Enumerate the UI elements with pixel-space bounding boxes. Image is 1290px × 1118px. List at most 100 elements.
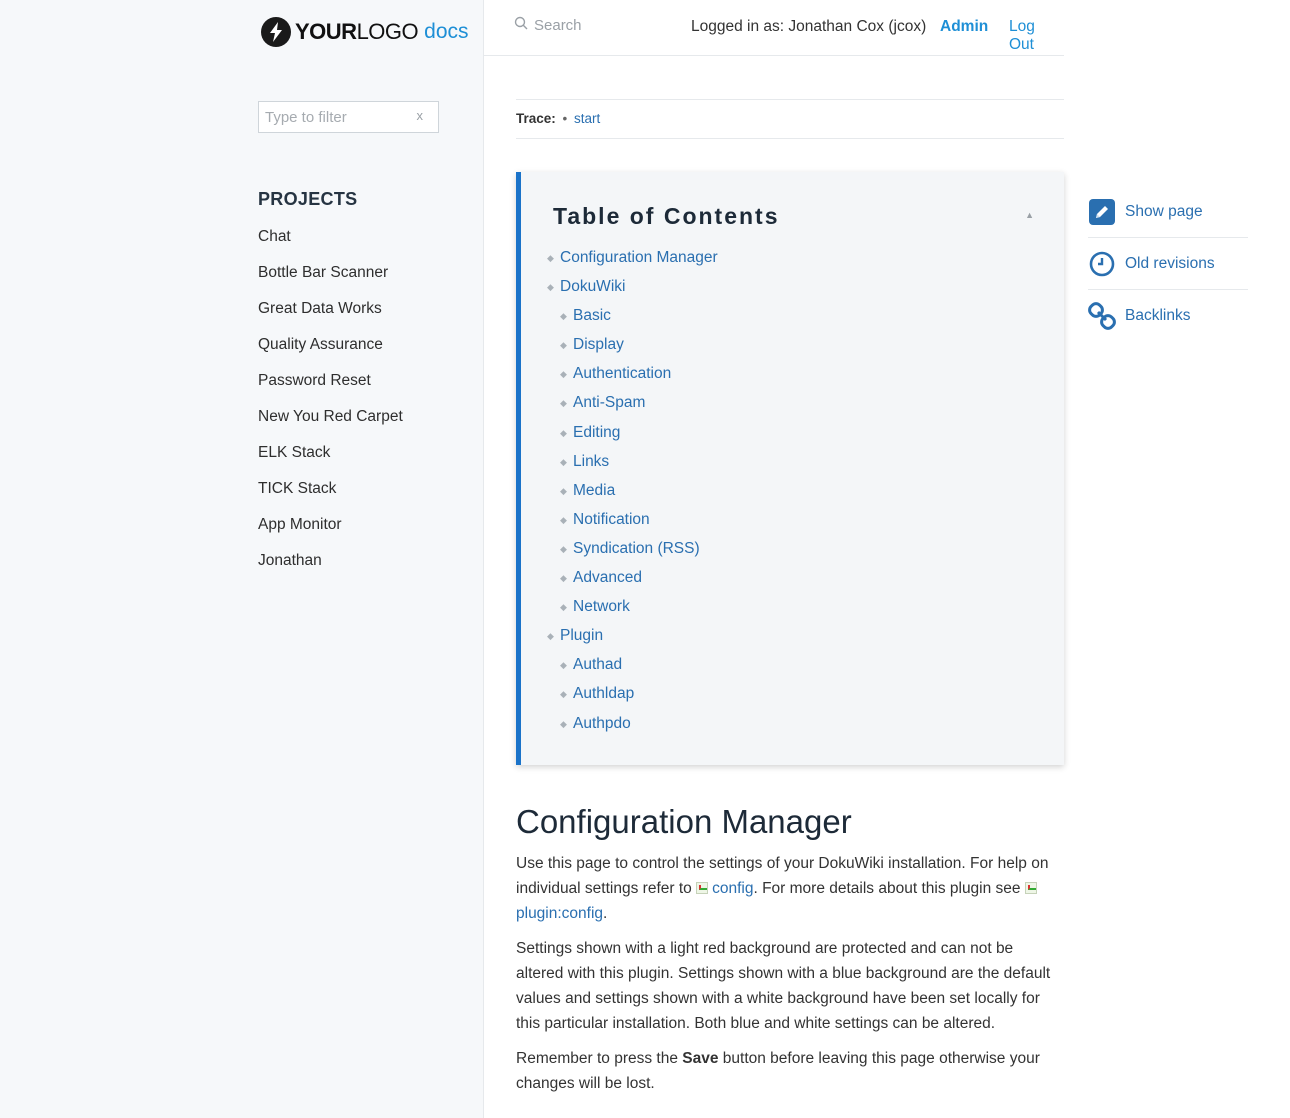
toc-link[interactable]: Network [573,598,630,616]
bullet-icon: ◆ [560,689,567,700]
toc-item: ◆ Basic [547,307,718,336]
toc-link[interactable]: Authldap [573,685,634,703]
bullet-icon: ◆ [560,602,567,613]
toc-link[interactable]: Plugin [560,627,603,645]
toc-link[interactable]: DokuWiki [560,278,625,296]
toc-item: ◆ Configuration Manager [547,249,718,278]
toc-link[interactable]: Authpdo [573,715,631,733]
trace-separator: • [562,111,568,126]
toc-title: Table of Contents [553,203,780,229]
bolt-icon [261,17,291,47]
toc-link[interactable]: Basic [573,307,611,325]
project-item[interactable]: Great Data Works [258,300,403,336]
bullet-icon: ◆ [560,543,567,554]
toc-link[interactable]: Media [573,482,615,500]
toc-collapse-toggle[interactable]: ▲ [1025,210,1034,220]
page-title: Configuration Manager [516,803,852,840]
toc-link[interactable]: Advanced [573,569,642,587]
breadcrumb: Trace: • start [516,99,1064,139]
intro-paragraph: Use this page to control the settings of… [516,851,1064,926]
show-page-label: Show page [1125,202,1203,220]
filter-clear-button[interactable]: x [417,108,424,123]
bullet-icon: ◆ [547,282,554,293]
toc-link[interactable]: Configuration Manager [560,249,718,267]
toc-link[interactable]: Display [573,336,624,354]
filter-input[interactable] [259,102,409,132]
toc-item: ◆ Links [547,453,718,482]
table-of-contents: Table of Contents ▲ ◆ Configuration Manag… [516,172,1064,765]
logo-text-light: LOGO [356,19,419,44]
project-item[interactable]: App Monitor [258,516,403,552]
project-item[interactable]: Bottle Bar Scanner [258,264,403,300]
toc-item: ◆ Advanced [547,569,718,598]
toc-link[interactable]: Links [573,453,609,471]
project-item[interactable]: ELK Stack [258,444,403,480]
toc-item: ◆ Authldap [547,685,718,714]
breadcrumb-start-link[interactable]: start [574,111,600,126]
logout-link[interactable]: Log Out [1009,18,1064,54]
config-link[interactable]: config [712,880,753,897]
logo-suffix: docs [424,20,469,43]
bullet-icon: ◆ [547,631,554,642]
sidebar: YOUR LOGO docs x PROJECTS Chat Bottle Ba… [0,0,484,1118]
save-keyword: Save [682,1050,719,1067]
project-item[interactable]: Chat [258,228,403,264]
admin-link[interactable]: Admin [940,18,988,36]
toc-link[interactable]: Editing [573,424,620,442]
toc-item: ◆ Plugin [547,627,718,656]
bullet-icon: ◆ [560,485,567,496]
intro-text: . [603,905,608,922]
project-item[interactable]: New You Red Carpet [258,408,403,444]
toc-link[interactable]: Authad [573,656,622,674]
filter-box: x [258,101,439,133]
backlinks-button[interactable]: Backlinks [1088,290,1248,342]
pencil-icon [1088,198,1116,226]
clock-icon [1088,250,1116,278]
search-icon [514,16,528,35]
plugin-config-link[interactable]: plugin:config [516,905,603,922]
old-revisions-button[interactable]: Old revisions [1088,238,1248,290]
project-item[interactable]: Jonathan [258,552,403,588]
page-tools: Show page Old revisions Backlinks [1088,186,1248,342]
toc-item: ◆ Authad [547,656,718,685]
toc-item: ◆ Authpdo [547,715,718,744]
toc-item: ◆ Media [547,482,718,511]
toc-link[interactable]: Syndication (RSS) [573,540,700,558]
wiki-link-icon [1024,882,1037,894]
link-icon [1088,302,1116,330]
settings-paragraph: Settings shown with a light red backgrou… [516,940,1051,1032]
page-content: Configuration Manager Use this page to c… [516,803,1064,1106]
project-item[interactable]: TICK Stack [258,480,403,516]
bullet-icon: ◆ [560,456,567,467]
toc-link[interactable]: Anti-Spam [573,394,645,412]
logo-text-bold: YOUR [295,19,357,44]
toc-item: ◆ Notification [547,511,718,540]
toc-link[interactable]: Authentication [573,365,671,383]
project-item[interactable]: Quality Assurance [258,336,403,372]
intro-text: . For more details about this plugin see [753,880,1025,897]
bullet-icon: ◆ [560,427,567,438]
bullet-icon: ◆ [560,660,567,671]
projects-heading: PROJECTS [258,189,358,209]
toc-item: ◆ Network [547,598,718,627]
search-input[interactable] [534,17,674,34]
trace-label: Trace: [516,111,556,126]
project-list: Chat Bottle Bar Scanner Great Data Works… [258,228,403,588]
show-page-button[interactable]: Show page [1088,186,1248,238]
toc-item: ◆ Anti-Spam [547,394,718,423]
bullet-icon: ◆ [560,311,567,322]
toc-item: ◆ Editing [547,424,718,453]
toc-item: ◆ Authentication [547,365,718,394]
top-bar: Logged in as: Jonathan Cox (jcox) Admin … [484,0,1064,56]
reminder-text: Remember to press the [516,1050,683,1067]
search-box [514,16,674,35]
backlinks-label: Backlinks [1125,307,1191,324]
save-reminder-paragraph: Remember to press the Save button before… [516,1046,1064,1096]
toc-item: ◆ Syndication (RSS) [547,540,718,569]
site-logo[interactable]: YOUR LOGO docs [261,17,469,47]
project-item[interactable]: Password Reset [258,372,403,408]
toc-list: ◆ Configuration Manager ◆ DokuWiki ◆ Basic … [547,249,718,744]
toc-item: ◆ DokuWiki [547,278,718,307]
bullet-icon: ◆ [560,573,567,584]
toc-link[interactable]: Notification [573,511,650,529]
